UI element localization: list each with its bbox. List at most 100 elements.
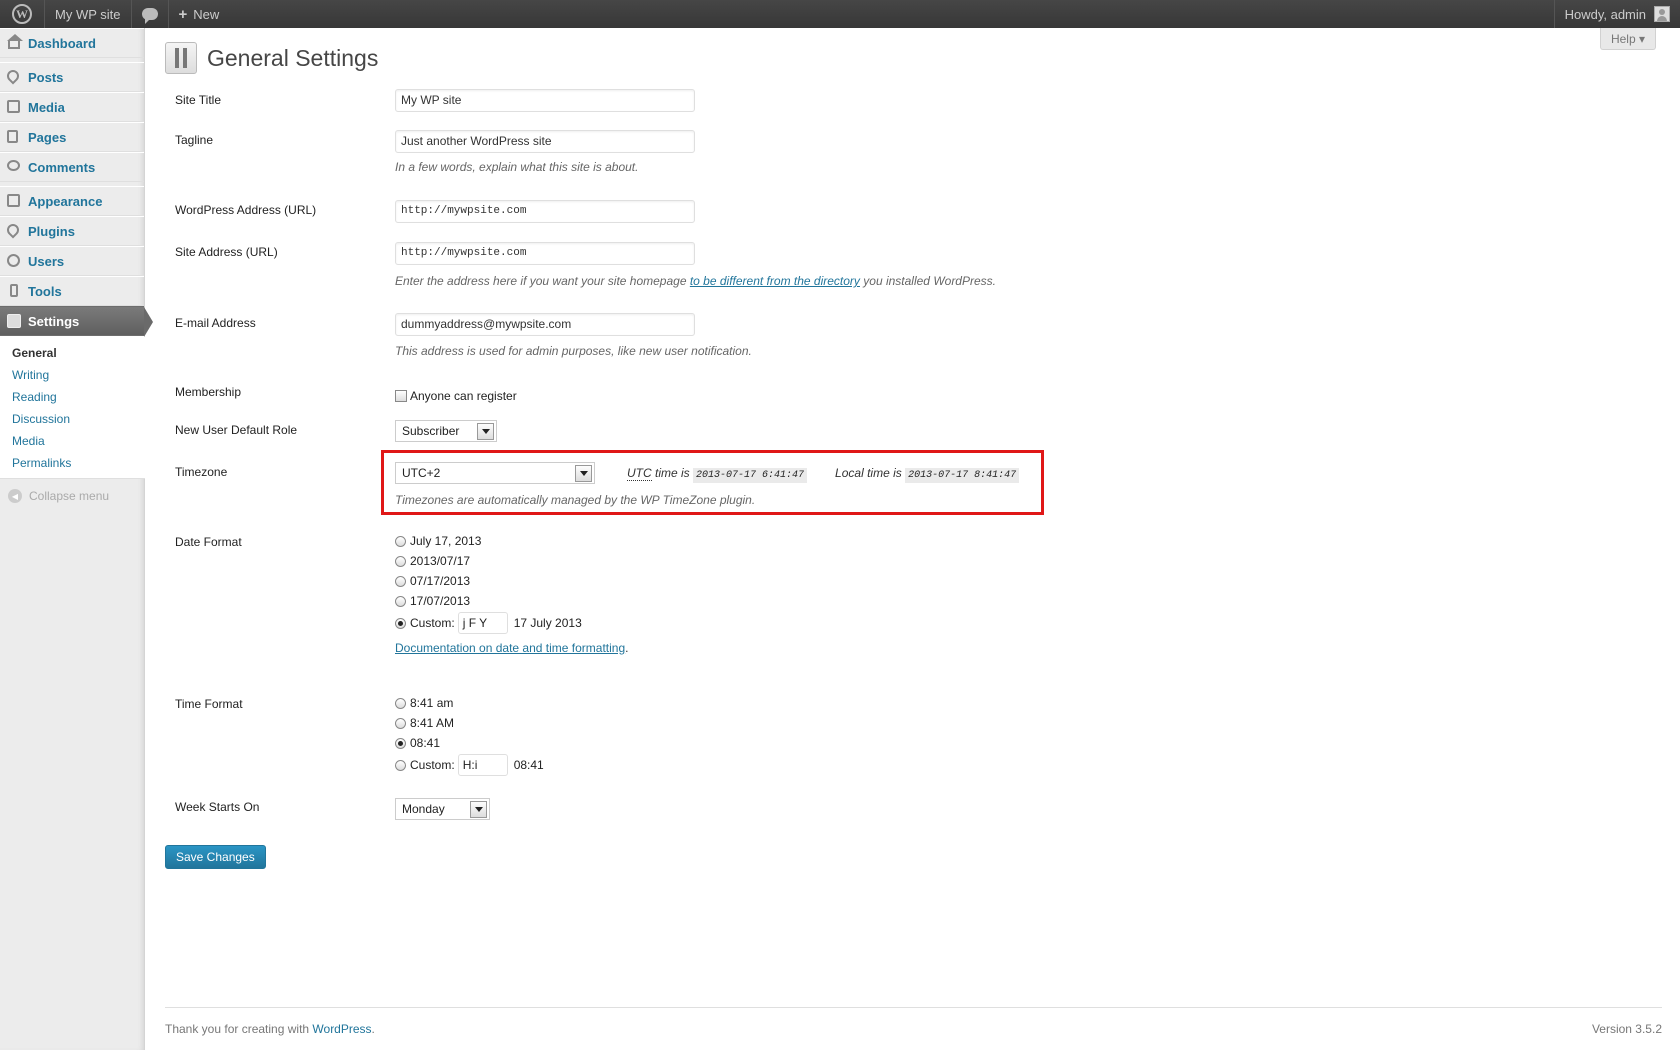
sidebar-item-label: Settings — [28, 313, 80, 329]
date-format-radio[interactable] — [395, 575, 406, 587]
utc-time-text: UTC time is 2013-07-17 6:41:47 — [627, 465, 808, 483]
date-format-radio[interactable] — [395, 535, 406, 547]
week-start-select[interactable]: Monday — [395, 798, 490, 820]
date-format-custom-radio[interactable] — [395, 617, 406, 629]
sidebar-item-label: Users — [28, 253, 65, 269]
date-format-option[interactable]: July 17, 2013 — [395, 531, 628, 551]
time-format-custom-radio[interactable] — [395, 759, 406, 771]
time-format-custom-input[interactable]: H:i — [457, 754, 508, 776]
date-format-option-label: 17/07/2013 — [410, 594, 471, 608]
submenu-permalinks[interactable]: Permalinks — [0, 452, 145, 474]
timezone-select[interactable]: UTC+2 — [395, 462, 595, 484]
utc-time-value: 2013-07-17 6:41:47 — [693, 467, 808, 483]
week-start-label: Week Starts On — [175, 800, 260, 814]
sidebar-item-label: Plugins — [28, 223, 75, 239]
sidebar-item-dashboard[interactable]: Dashboard — [0, 28, 144, 58]
date-format-radio[interactable] — [395, 555, 406, 567]
date-doc-line: Documentation on date and time formattin… — [395, 641, 629, 655]
date-format-radio[interactable] — [395, 595, 406, 607]
chevron-down-icon — [575, 464, 592, 482]
sidebar-item-plugins[interactable]: Plugins — [0, 216, 144, 246]
time-format-preview: 08:41 — [513, 758, 544, 772]
time-format-option[interactable]: 08:41 — [395, 733, 544, 753]
time-format-radio[interactable] — [395, 697, 406, 709]
time-format-radio[interactable] — [395, 717, 406, 729]
anyone-can-register-checkbox[interactable] — [395, 390, 407, 402]
wordpress-link[interactable]: WordPress — [312, 1022, 371, 1036]
sidebar-item-users[interactable]: Users — [0, 246, 144, 276]
settings-submenu: General Writing Reading Discussion Media… — [0, 336, 145, 479]
comments-icon[interactable] — [132, 0, 169, 28]
wp-logo-icon[interactable]: W — [0, 0, 45, 28]
submenu-media[interactable]: Media — [0, 430, 145, 452]
date-format-option[interactable]: 17/07/2013 — [395, 591, 628, 611]
custom-label: Custom: — [410, 758, 455, 772]
media-icon — [7, 100, 22, 114]
users-icon — [7, 254, 22, 268]
footer: Thank you for creating with WordPress. V… — [165, 1007, 1662, 1036]
site-address-input[interactable]: http://mywpsite.com — [395, 242, 695, 265]
local-time-label: Local time is — [835, 465, 906, 480]
date-format-preview: 17 July 2013 — [513, 616, 582, 630]
week-start-value: Monday — [402, 802, 445, 816]
anyone-can-register-option[interactable]: Anyone can register — [395, 386, 517, 406]
default-role-label: New User Default Role — [175, 423, 298, 437]
home-icon — [7, 34, 23, 50]
date-format-option[interactable]: 2013/07/17 — [395, 551, 628, 571]
submenu-writing[interactable]: Writing — [0, 364, 145, 386]
sidebar-item-posts[interactable]: Posts — [0, 62, 144, 92]
page-header: General Settings — [165, 42, 1665, 74]
admin-bar: W My WP site + New Howdy, admin — [0, 0, 1680, 28]
site-name-link[interactable]: My WP site — [45, 0, 132, 28]
date-format-option[interactable]: 07/17/2013 — [395, 571, 628, 591]
time-format-label: Time Format — [175, 697, 243, 711]
save-changes-button[interactable]: Save Changes — [165, 845, 266, 869]
collapse-label: Collapse menu — [29, 489, 110, 503]
time-format-option[interactable]: 8:41 am — [395, 693, 544, 713]
sidebar-item-label: Posts — [28, 69, 64, 85]
sidebar-item-label: Dashboard — [28, 35, 96, 51]
tagline-input[interactable]: Just another WordPress site — [395, 130, 695, 153]
collapse-menu-button[interactable]: ◀ Collapse menu — [0, 479, 144, 503]
new-content-button[interactable]: + New — [169, 0, 230, 28]
time-format-radio[interactable] — [395, 737, 406, 749]
plus-icon: + — [178, 5, 188, 23]
chevron-down-icon — [470, 800, 487, 818]
sidebar-item-appearance[interactable]: Appearance — [0, 186, 144, 216]
site-title-input[interactable]: My WP site — [395, 89, 695, 112]
date-format-label: Date Format — [175, 535, 242, 549]
submenu-reading[interactable]: Reading — [0, 386, 145, 408]
settings-icon — [7, 314, 22, 328]
email-input[interactable]: dummyaddress@mywpsite.com — [395, 313, 695, 336]
sidebar-item-tools[interactable]: Tools — [0, 276, 144, 306]
new-label: New — [193, 6, 220, 22]
chevron-down-icon — [477, 422, 494, 440]
time-format-custom-option[interactable]: Custom: H:i 08:41 — [395, 753, 544, 777]
sidebar-item-media[interactable]: Media — [0, 92, 144, 122]
account-menu[interactable]: Howdy, admin — [1553, 0, 1680, 28]
email-description: This address is used for admin purposes,… — [395, 344, 752, 358]
date-format-option-label: 07/17/2013 — [410, 574, 471, 588]
date-format-custom-input[interactable]: j F Y — [457, 612, 508, 634]
submenu-general[interactable]: General — [0, 342, 145, 364]
default-role-select[interactable]: Subscriber — [395, 420, 497, 442]
date-time-doc-link[interactable]: Documentation on date and time formattin… — [395, 641, 625, 655]
sidebar-item-pages[interactable]: Pages — [0, 122, 144, 152]
custom-label: Custom: — [410, 616, 455, 630]
different-directory-link[interactable]: to be different from the directory — [690, 274, 860, 288]
version-text: Version 3.5.2 — [1591, 1022, 1662, 1036]
settings-page-icon — [165, 42, 197, 74]
time-format-option[interactable]: 8:41 AM — [395, 713, 544, 733]
time-format-option-label: 08:41 — [410, 736, 441, 750]
sidebar-item-settings[interactable]: Settings — [0, 306, 153, 337]
date-format-custom-option[interactable]: Custom: j F Y 17 July 2013 — [395, 611, 628, 635]
timezone-value: UTC+2 — [402, 466, 441, 480]
site-address-desc-after: you installed WordPress. — [859, 274, 996, 288]
submenu-discussion[interactable]: Discussion — [0, 408, 145, 430]
date-format-option-label: 2013/07/17 — [410, 554, 471, 568]
utc-abbr: UTC — [627, 465, 652, 481]
page-title: General Settings — [207, 44, 379, 71]
sidebar-item-comments[interactable]: Comments — [0, 152, 144, 182]
wp-address-input[interactable]: http://mywpsite.com — [395, 200, 695, 223]
date-format-option-label: July 17, 2013 — [410, 534, 482, 548]
